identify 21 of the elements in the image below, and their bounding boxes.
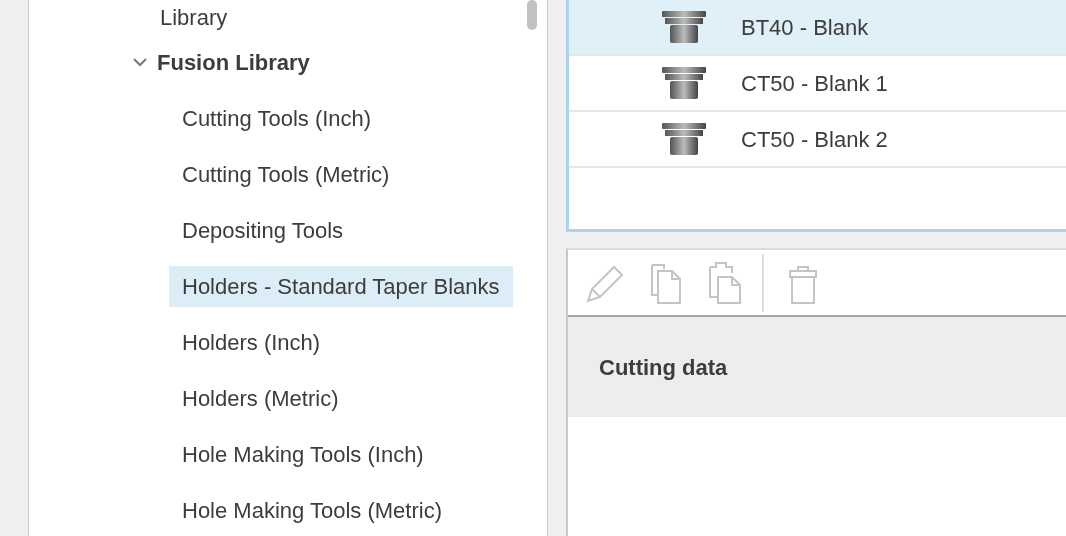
holder-name: CT50 - Blank 2	[741, 125, 888, 154]
tree-item[interactable]: Holders (Inch)	[169, 321, 334, 363]
section-title: Cutting data	[599, 353, 728, 382]
tree-item[interactable]: Cutting Tools (Inch)	[169, 97, 385, 139]
tree-item[interactable]: Cutting Tools (Metric)	[169, 153, 403, 195]
scrollbar-thumb[interactable]	[527, 0, 537, 30]
tool-holder-icon	[661, 122, 707, 156]
holder-row[interactable]: BT40 - Blank	[569, 0, 1066, 56]
tool-holder-icon	[661, 10, 707, 44]
holder-row[interactable]: CT50 - Blank 2	[569, 112, 1066, 168]
tree-item[interactable]: Fusion Library	[157, 41, 310, 83]
tool-holder-icon	[661, 66, 707, 100]
tree-item[interactable]: Holders - Standard Taper Blanks	[169, 265, 513, 307]
holder-name: BT40 - Blank	[741, 13, 869, 42]
tree-item[interactable]: Holders (Metric)	[169, 377, 352, 419]
tree-item[interactable]: Hole Making Tools (Metric)	[169, 489, 455, 531]
holder-row[interactable]: CT50 - Blank 1	[569, 56, 1066, 112]
tree-item[interactable]: Hole Making Tools (Inch)	[169, 433, 437, 475]
holder-name: CT50 - Blank 1	[741, 69, 888, 98]
tree-item[interactable]: Library	[147, 0, 241, 38]
tree-item[interactable]: Depositing Tools	[169, 209, 357, 251]
